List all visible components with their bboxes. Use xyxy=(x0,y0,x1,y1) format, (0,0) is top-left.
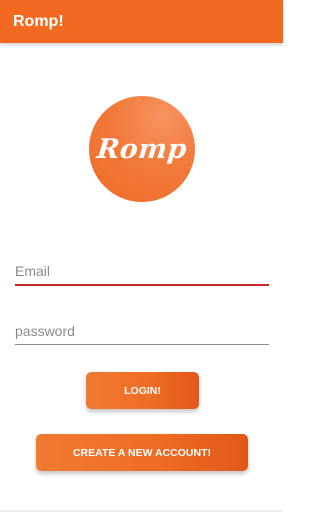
email-field-container xyxy=(15,258,269,286)
app-title: Romp! xyxy=(13,13,64,30)
logo-text: Romp xyxy=(95,133,189,165)
create-account-button[interactable]: CREATE A NEW ACCOUNT! xyxy=(36,434,248,471)
password-field[interactable] xyxy=(15,318,269,344)
password-field-container xyxy=(15,318,269,345)
login-screen: Romp! Romp LOGIN! CREATE A NEW ACCOUNT! xyxy=(0,0,283,512)
logo: Romp xyxy=(89,96,195,202)
login-button[interactable]: LOGIN! xyxy=(86,372,199,409)
email-field[interactable] xyxy=(15,258,269,284)
app-bar: Romp! xyxy=(0,0,283,43)
